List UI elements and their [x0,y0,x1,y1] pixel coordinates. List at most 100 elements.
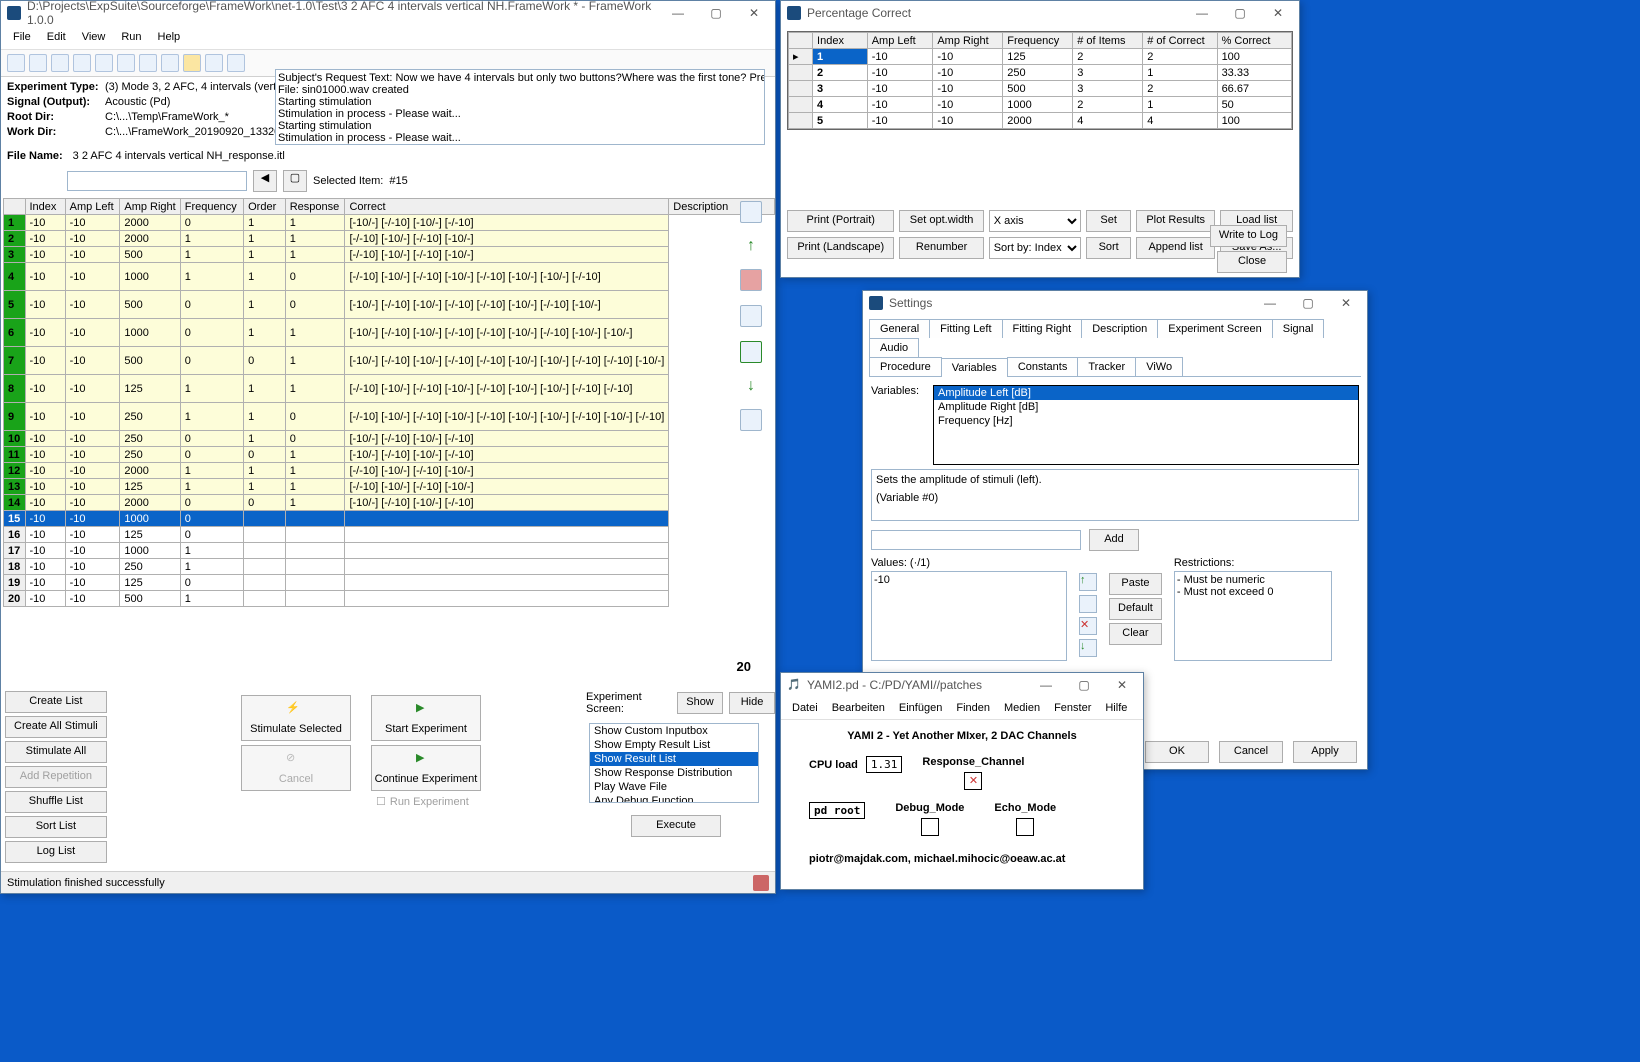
menu-item[interactable]: Medien [997,699,1047,717]
table-row[interactable]: 18 -10-10 2501 [4,559,775,575]
table-row[interactable]: 4 -10-10 10001 10 [-/-10] [-10/-] [-/-10… [4,263,775,291]
print-landscape-button[interactable]: Print (Landscape) [787,237,894,259]
list-item[interactable]: Amplitude Left [dB] [934,386,1358,400]
menu-item[interactable]: Finden [949,699,997,717]
table-row[interactable]: 8 -10-10 1251 11 [-/-10] [-10/-] [-/-10]… [4,375,775,403]
table-row[interactable]: 16 -10-10 1250 [4,527,775,543]
menu-item[interactable]: Hilfe [1098,699,1134,717]
stimulate-selected-button[interactable]: ⚡ Stimulate Selected [241,695,351,741]
clear-button[interactable]: Clear [1109,623,1162,645]
write-log-button[interactable]: Write to Log [1210,225,1287,247]
variables-listbox[interactable]: Amplitude Left [dB]Amplitude Right [dB]F… [933,385,1359,465]
show-button[interactable]: Show [677,692,723,714]
move-down-icon[interactable]: ↓ [1079,639,1097,657]
tab[interactable]: Constants [1007,357,1079,376]
list-item[interactable]: Show Response Distribution [590,766,758,780]
list-action-button[interactable]: Add Repetition [5,766,107,788]
cancel-experiment-button[interactable]: ⊘ Cancel [241,745,351,791]
minimize-button[interactable]: — [659,2,697,24]
run-experiment-checkbox[interactable]: ☐ Run Experiment [376,795,469,808]
col-header[interactable]: Amp Right [120,199,180,215]
table-row[interactable]: 2 -10-10 20001 11 [-/-10] [-10/-] [-/-10… [4,231,775,247]
open-icon[interactable] [29,54,47,72]
plot-results-button[interactable]: Plot Results [1136,210,1215,232]
col-header[interactable]: Index [813,33,868,49]
table-row[interactable]: 1 -10-10 20000 11 [-10/-] [-/-10] [-10/-… [4,215,775,231]
filter-input[interactable] [67,171,247,191]
table-row[interactable]: 13 -10-10 1251 11 [-/-10] [-10/-] [-/-10… [4,479,775,495]
close-button[interactable]: ✕ [1327,292,1365,314]
menu-item[interactable]: Edit [39,27,74,47]
tab[interactable]: General [869,319,930,338]
menu-item[interactable]: Bearbeiten [825,699,892,717]
minimize-button[interactable]: — [1183,2,1221,24]
yami-titlebar[interactable]: 🎵 YAMI2.pd - C:/PD/YAMI//patches — ▢ ✕ [781,673,1143,697]
grid-icon[interactable] [740,341,762,363]
tab[interactable]: Procedure [869,357,942,376]
pc-titlebar[interactable]: Percentage Correct — ▢ ✕ [781,1,1299,25]
pc-results-grid[interactable]: IndexAmp LeftAmp RightFrequency# of Item… [788,32,1292,129]
tool-icon[interactable] [95,54,113,72]
tab[interactable]: Audio [869,338,919,357]
col-header[interactable]: Order [244,199,286,215]
menu-item[interactable]: File [5,27,39,47]
col-header[interactable]: Frequency [1003,33,1073,49]
list-item[interactable]: Play Wave File [590,780,758,794]
menu-item[interactable]: Fenster [1047,699,1098,717]
tool-icon[interactable] [139,54,157,72]
table-row[interactable]: 12 -10-10 20001 11 [-/-10] [-10/-] [-/-1… [4,463,775,479]
prev-button[interactable]: ◀ [253,170,277,192]
list-action-button[interactable]: Log List [5,841,107,863]
maximize-button[interactable]: ▢ [697,2,735,24]
list-action-button[interactable]: Create List [5,691,107,713]
close-button[interactable]: Close [1217,251,1287,273]
ok-button[interactable]: OK [1145,741,1209,763]
table-row[interactable]: 9 -10-10 2501 10 [-/-10] [-10/-] [-/-10]… [4,403,775,431]
settings-icon[interactable] [740,409,762,431]
settings-titlebar[interactable]: Settings — ▢ ✕ [863,291,1367,315]
col-header[interactable]: Index [25,199,65,215]
table-row[interactable]: 19 -10-10 1250 [4,575,775,591]
table-row[interactable]: 2-10-102503133.33 [789,65,1292,81]
table-row[interactable]: 17 -10-10 10001 [4,543,775,559]
next-button[interactable]: ▢ [283,170,307,192]
set-button[interactable]: Set [1086,210,1131,232]
table-row[interactable]: 10 -10-10 2500 10 [-10/-] [-/-10] [-10/-… [4,431,775,447]
new-icon[interactable] [7,54,25,72]
menu-item[interactable]: Einfügen [892,699,949,717]
renumber-button[interactable]: Renumber [899,237,983,259]
delete-icon[interactable]: ✕ [1079,617,1097,635]
values-textarea[interactable]: -10 [871,571,1067,661]
add-button[interactable]: Add [1089,529,1139,551]
response-channel-toggle[interactable] [964,772,982,790]
table-row[interactable]: 4-10-1010002150 [789,97,1292,113]
tab[interactable]: Tracker [1077,357,1136,376]
table-row[interactable]: 5 -10-10 5000 10 [-10/-] [-/-10] [-10/-]… [4,291,775,319]
list-item[interactable]: Any Debug Function [590,794,758,803]
move-up-icon[interactable]: ↑ [747,237,755,255]
list-item[interactable]: Show Result List [590,752,758,766]
table-row[interactable]: 3-10-105003266.67 [789,81,1292,97]
col-header[interactable]: Amp Right [933,33,1003,49]
sortby-select[interactable]: Sort by: Index [989,237,1082,259]
log-box[interactable]: Subject's Request Text: Now we have 4 in… [275,69,765,145]
table-row[interactable]: 6 -10-10 10000 11 [-10/-] [-/-10] [-10/-… [4,319,775,347]
minimize-button[interactable]: — [1251,292,1289,314]
list-action-button[interactable]: Create All Stimuli [5,716,107,738]
col-header[interactable]: # of Correct [1143,33,1217,49]
paste-button[interactable]: Paste [1109,573,1162,595]
table-row[interactable]: 7 -10-10 5000 01 [-10/-] [-/-10] [-10/-]… [4,347,775,375]
col-header[interactable]: Amp Left [65,199,120,215]
tab[interactable]: ViWo [1135,357,1183,376]
col-header[interactable]: Response [285,199,345,215]
close-button[interactable]: ✕ [1259,2,1297,24]
window-icon[interactable] [740,201,762,223]
move-down-icon[interactable]: ↓ [747,377,755,395]
pencil-icon[interactable] [183,54,201,72]
list-item[interactable]: Frequency [Hz] [934,414,1358,428]
tool-icon[interactable] [161,54,179,72]
menu-item[interactable]: Datei [785,699,825,717]
table-row[interactable]: 11 -10-10 2500 01 [-10/-] [-/-10] [-10/-… [4,447,775,463]
continue-experiment-button[interactable]: ▶ Continue Experiment [371,745,481,791]
table-row[interactable]: 20 -10-10 5001 [4,591,775,607]
